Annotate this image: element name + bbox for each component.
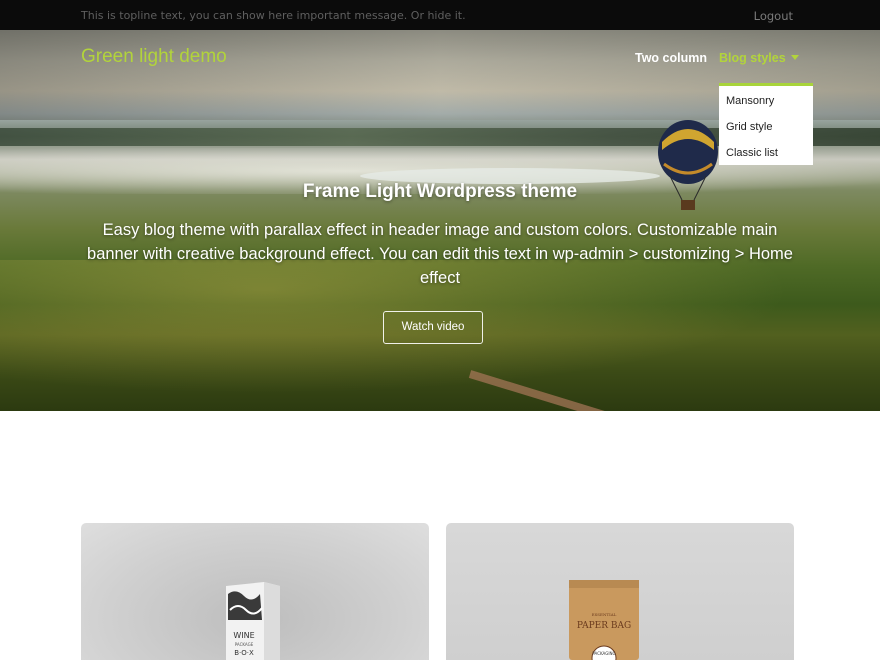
nav-two-column[interactable]: Two column [635, 51, 707, 65]
dropdown-item-grid-style[interactable]: Grid style [726, 121, 772, 133]
wine-box-label: WINE [233, 631, 254, 640]
nav-blog-styles[interactable]: Blog styles [719, 51, 799, 65]
hero-title: Frame Light Wordpress theme [302, 181, 578, 202]
hot-air-balloon-image [658, 120, 718, 210]
wine-box-image: WINE PACKAGE B·O·X [226, 582, 280, 660]
paper-bag-label: PAPER BAG [577, 621, 631, 631]
site-brand-logo[interactable]: Green light demo [81, 46, 227, 68]
caret-down-icon [790, 55, 799, 60]
logout-link[interactable]: Logout [754, 9, 793, 23]
watch-video-button[interactable]: Watch video [383, 311, 483, 344]
blog-styles-dropdown: Mansonry Grid style Classic list [719, 83, 813, 165]
wine-box-label: B·O·X [234, 649, 254, 657]
topline-bar: This is topline text, you can show here … [0, 0, 880, 30]
dropdown-item-classic-list[interactable]: Classic list [726, 147, 778, 159]
nav-blog-styles-label: Blog styles [719, 51, 786, 65]
paper-bag-label: ESSENTIAL [592, 612, 617, 617]
paper-bag-image: ESSENTIAL PAPER BAG PACKAGING [569, 580, 639, 660]
topline-message: This is topline text, you can show here … [81, 9, 466, 22]
dropdown-item-masonry[interactable]: Mansonry [726, 95, 774, 107]
wine-box-label: PACKAGE [235, 642, 254, 647]
hero-description: Easy blog theme with parallax effect in … [87, 221, 793, 287]
paper-bag-label: PACKAGING [592, 651, 615, 656]
